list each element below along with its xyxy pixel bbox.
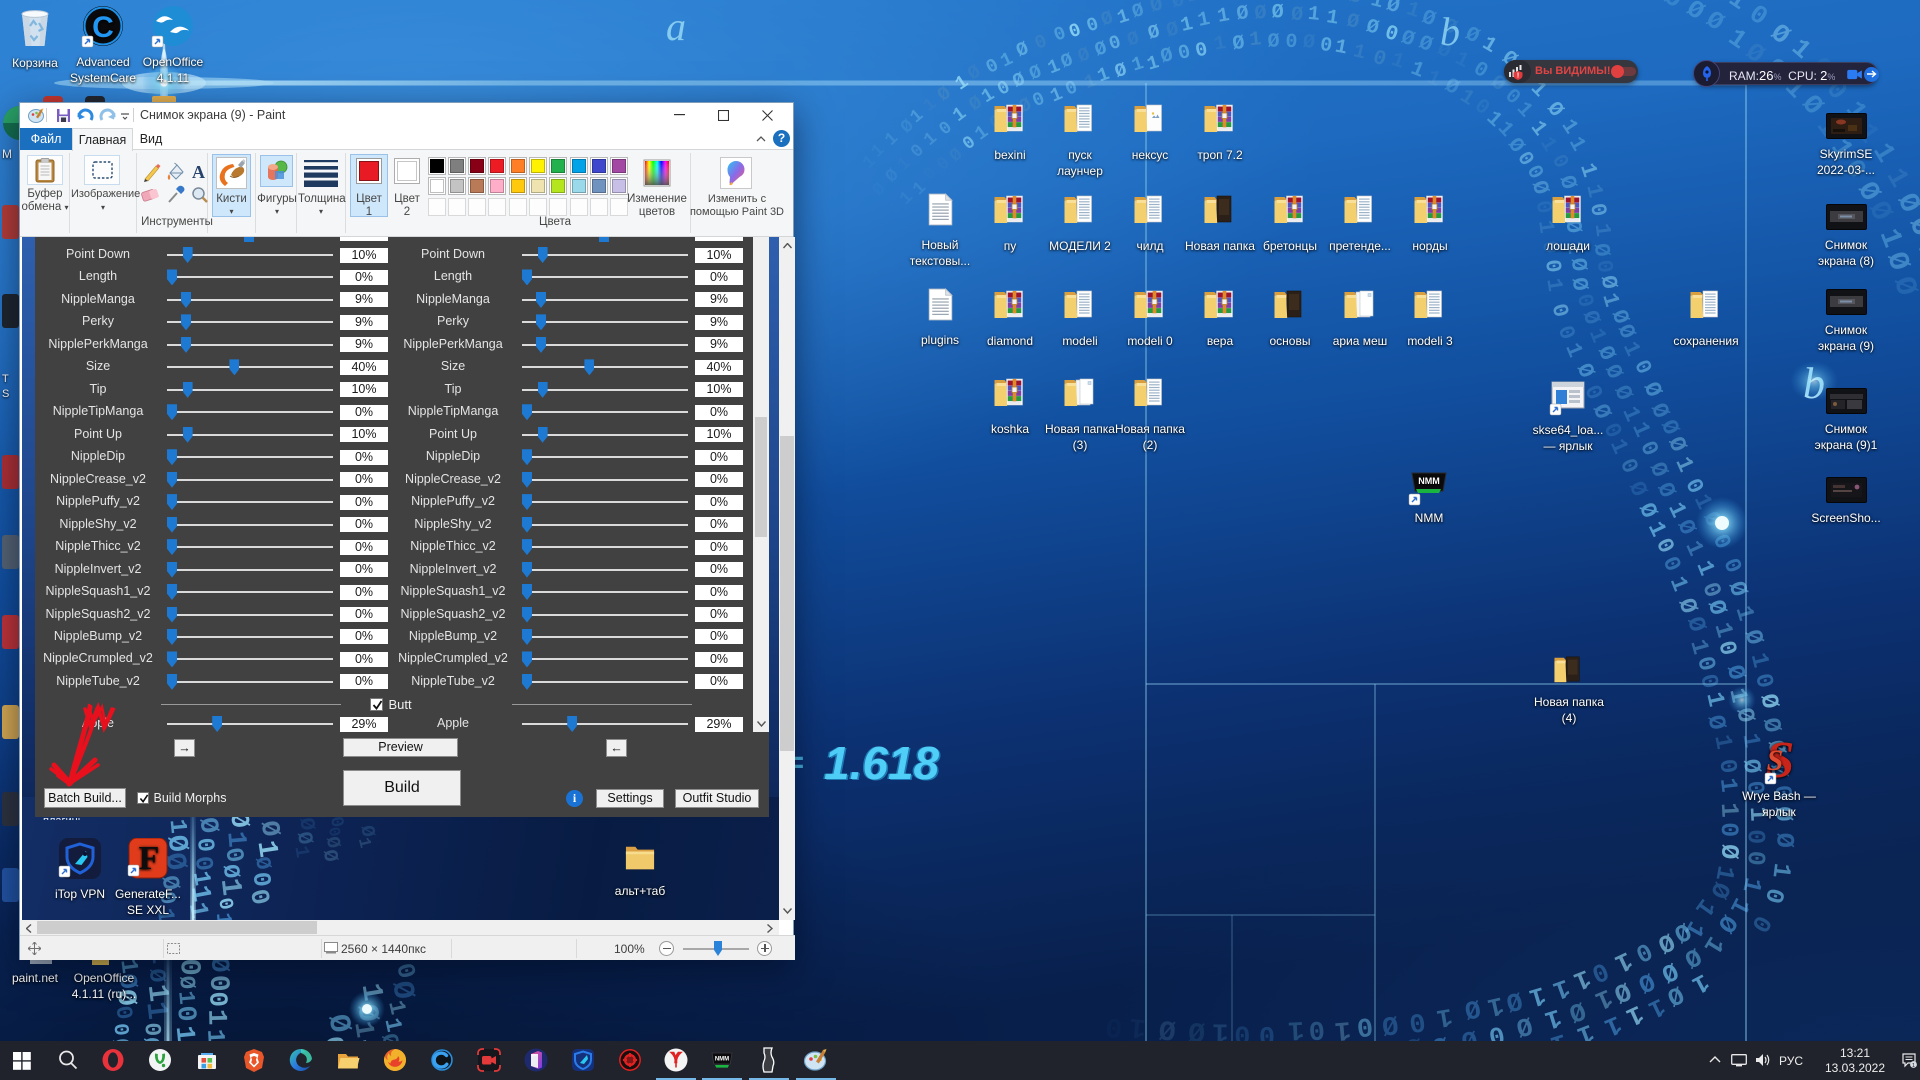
svg-text:1: 1 <box>1912 1063 1915 1068</box>
svg-text:1: 1 <box>1307 3 1321 27</box>
svg-text:Ø: Ø <box>1714 843 1744 860</box>
svg-text:0: 0 <box>1285 31 1298 54</box>
svg-text:1: 1 <box>353 836 374 850</box>
svg-text:A: A <box>192 162 205 181</box>
svg-text:0: 0 <box>1714 822 1743 837</box>
svg-text:Ø: Ø <box>254 819 286 839</box>
svg-text:Ø: Ø <box>321 835 345 851</box>
svg-text:C: C <box>92 11 114 44</box>
svg-text:0: 0 <box>1741 829 1770 844</box>
svg-text:b: b <box>1440 9 1460 54</box>
svg-text:0: 0 <box>202 974 234 992</box>
svg-text:NMM: NMM <box>714 1057 728 1063</box>
svg-text:Ø: Ø <box>173 975 199 990</box>
svg-text:Ø: Ø <box>1302 31 1316 55</box>
svg-text:1: 1 <box>1128 1010 1148 1042</box>
svg-text:Ø: Ø <box>1291 4 1304 28</box>
svg-text:1: 1 <box>200 1009 230 1026</box>
svg-text:1.618: 1.618 <box>824 737 940 789</box>
svg-text:F: F <box>139 840 160 877</box>
svg-text:1: 1 <box>1287 1013 1305 1044</box>
svg-text:0: 0 <box>1104 1009 1124 1042</box>
svg-text:Ø: Ø <box>1158 1012 1177 1044</box>
svg-text:1: 1 <box>210 912 236 920</box>
svg-text:Ø: Ø <box>1254 2 1268 26</box>
svg-text:0: 0 <box>172 958 205 976</box>
svg-text:1: 1 <box>1248 28 1262 52</box>
svg-text:1: 1 <box>288 844 313 859</box>
svg-text:Ø: Ø <box>317 848 342 864</box>
svg-text:0: 0 <box>107 1022 131 1037</box>
svg-text:Ø: Ø <box>1769 832 1798 848</box>
svg-text:1: 1 <box>163 818 191 835</box>
svg-text:a: a <box>666 4 686 49</box>
svg-text:0: 0 <box>169 1005 200 1023</box>
svg-text:0: 0 <box>202 991 233 1008</box>
svg-text:!: ! <box>1517 73 1519 80</box>
svg-text:0: 0 <box>1307 1013 1325 1044</box>
svg-text:Ø: Ø <box>1267 30 1280 53</box>
svg-text:Ø: Ø <box>1272 1 1284 24</box>
svg-text:1: 1 <box>213 876 248 897</box>
svg-text:S: S <box>1767 744 1784 777</box>
svg-text:0: 0 <box>1740 849 1770 866</box>
svg-text:1: 1 <box>1333 1013 1352 1044</box>
svg-text:0: 0 <box>1355 1009 1374 1041</box>
svg-text:NMM: NMM <box>1418 476 1440 486</box>
svg-text:0: 0 <box>139 1022 166 1037</box>
svg-text:1: 1 <box>172 990 199 1006</box>
